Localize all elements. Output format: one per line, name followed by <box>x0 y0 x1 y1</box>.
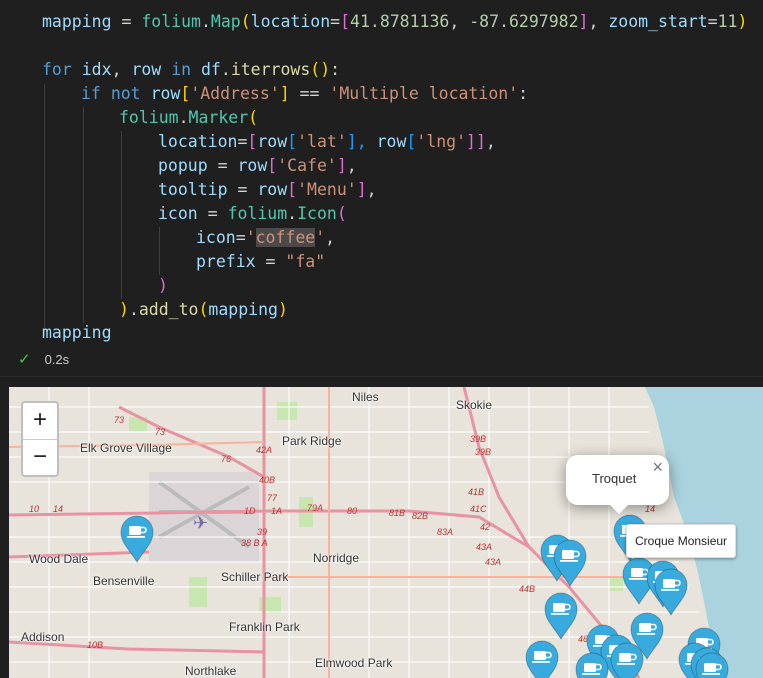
route-label: 40B <box>259 475 276 485</box>
route-label: 43A <box>485 557 502 567</box>
route-label: 44B <box>519 584 536 594</box>
coffee-marker[interactable] <box>543 592 579 640</box>
code-line-1[interactable]: mapping = folium.Map(location=[41.878113… <box>42 11 747 33</box>
marker-tooltip: Croque Monsieur <box>626 524 737 558</box>
route-label: 14 <box>53 504 64 514</box>
place-label: Norridge <box>313 551 360 565</box>
code-line-6[interactable]: popup = row['Cafe'], <box>158 155 357 177</box>
place-label: Skokie <box>456 398 493 412</box>
popup-close-button[interactable]: × <box>652 457 663 478</box>
coffee-marker[interactable] <box>524 640 560 678</box>
execution-status: ✓ 0.2s <box>18 350 69 370</box>
route-label: 39 <box>257 527 268 537</box>
route-label: 73 <box>155 427 166 437</box>
code-line-2[interactable]: for idx, row in df.iterrows(): <box>42 59 340 81</box>
code-line-4[interactable]: folium.Marker( <box>119 107 258 129</box>
place-label: Bensenville <box>93 574 155 588</box>
coffee-marker[interactable] <box>574 652 610 678</box>
route-label: 10 <box>29 504 40 514</box>
popup-tip <box>609 504 629 514</box>
map-view[interactable]: ✈ + − Niles Skokie Park Ridge Elk Grove … <box>9 387 763 678</box>
coffee-icon <box>553 539 587 587</box>
code-cell[interactable]: mapping = folium.Map(location=[41.878113… <box>0 0 763 377</box>
code-line-12[interactable]: ).add_to(mapping) <box>119 299 288 321</box>
code-line-5[interactable]: location=[row['lat'], row['lng']], <box>158 131 496 153</box>
code-line-13[interactable]: mapping <box>42 322 112 344</box>
route-label: 39B <box>470 434 487 444</box>
coffee-marker[interactable] <box>609 642 645 678</box>
coffee-icon <box>120 515 154 563</box>
route-label: 14 <box>645 504 656 514</box>
coffee-marker[interactable] <box>694 652 730 678</box>
place-label: Wood Dale <box>29 552 89 566</box>
place-label: Niles <box>352 390 379 404</box>
route-label: 39B <box>475 447 492 457</box>
route-label: 38 B A <box>241 538 268 548</box>
route-label: 41B <box>468 487 485 497</box>
route-label: 42A <box>256 445 273 455</box>
route-label: 77 <box>267 493 278 503</box>
place-label: Northlake <box>185 664 237 678</box>
route-label: 43A <box>476 542 493 552</box>
coffee-marker[interactable] <box>119 515 155 563</box>
coffee-icon <box>544 592 578 640</box>
route-label: 1D <box>244 506 256 516</box>
route-label: 83A <box>437 527 454 537</box>
place-label: Park Ridge <box>282 434 342 448</box>
check-icon: ✓ <box>18 351 31 368</box>
place-label: Addison <box>21 630 65 644</box>
code-line-3[interactable]: if not row['Address'] == 'Multiple locat… <box>81 83 528 105</box>
code-line-7[interactable]: tooltip = row['Menu'], <box>158 179 377 201</box>
code-line-10[interactable]: prefix = "fa" <box>196 251 325 273</box>
route-label: 81B <box>389 508 406 518</box>
place-label: Franklin Park <box>229 620 300 634</box>
place-label: Schiller Park <box>221 570 289 584</box>
coffee-icon <box>610 642 644 678</box>
route-label: 82B <box>412 511 429 521</box>
route-label: 76 <box>221 454 232 464</box>
route-label: 42 <box>480 522 491 532</box>
output-divider <box>0 376 763 377</box>
code-line-9[interactable]: icon='coffee', <box>196 227 335 249</box>
execution-time: 0.2s <box>44 352 70 367</box>
route-label: 80 <box>347 506 358 516</box>
coffee-icon <box>525 640 559 678</box>
route-label: 79A <box>307 503 324 513</box>
route-label: 10B <box>87 640 104 650</box>
route-label: 41C <box>470 504 487 514</box>
zoom-in-button[interactable]: + <box>23 403 57 440</box>
zoom-control: + − <box>21 401 59 477</box>
code-line-8[interactable]: icon = folium.Icon( <box>158 203 347 225</box>
popup-text: Troquet <box>592 471 637 486</box>
coffee-icon <box>654 568 688 616</box>
code-line-11[interactable]: ) <box>158 275 168 297</box>
coffee-marker[interactable] <box>653 568 689 616</box>
place-label: Elk Grove Village <box>80 441 172 455</box>
route-label: 1A <box>271 506 283 516</box>
airport-icon: ✈ <box>193 513 208 534</box>
place-label: Elmwood Park <box>315 656 393 670</box>
coffee-icon <box>695 652 729 678</box>
coffee-marker[interactable] <box>552 539 588 587</box>
route-label: 73 <box>114 415 125 425</box>
coffee-icon <box>575 652 609 678</box>
zoom-out-button[interactable]: − <box>23 440 57 476</box>
marker-popup: Troquet × <box>566 455 669 514</box>
